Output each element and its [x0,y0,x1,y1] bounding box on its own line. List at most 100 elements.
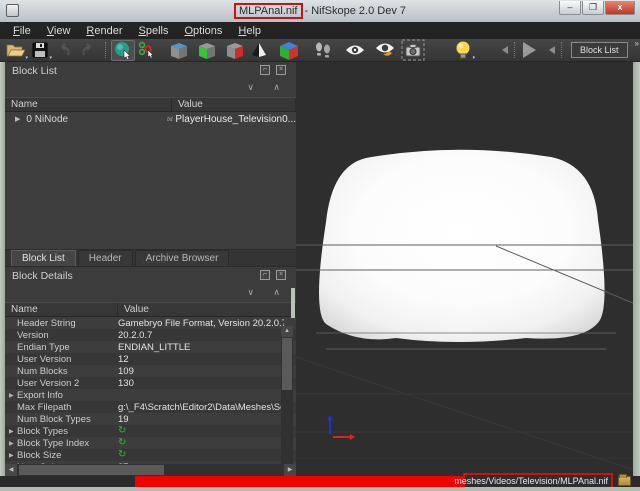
node-name: 0 NiNode [26,114,68,125]
column-header-value[interactable]: Value [118,303,296,316]
detail-name: Version [17,330,118,341]
scroll-up-icon[interactable]: ▲ [281,326,293,337]
dock-splitter-handle[interactable] [291,288,295,318]
detail-row-endian-type[interactable]: Endian TypeENDIAN_LITTLE [5,341,296,353]
detail-row-user-version-2[interactable]: User Version 2130 [5,377,296,389]
undo-icon[interactable] [52,40,76,61]
scrollbar-thumb[interactable] [282,338,292,390]
float-panel-icon[interactable]: ⌐ [260,65,270,75]
detail-row-num-block-types[interactable]: Num Block Types19 [5,413,296,425]
window-border-bottom [0,487,640,491]
vertical-scrollbar[interactable]: ▲ ▼ [281,326,293,476]
detail-row-max-filepath[interactable]: Max Filepathg:\_F4\Scratch\Editor2\Data\… [5,401,296,413]
scroll-right-icon[interactable]: ▶ [284,464,296,476]
chevron-up-icon[interactable]: ∧ [273,287,280,298]
detail-row-block-type-index[interactable]: ▶Block Type Index↻ [5,437,296,449]
folder-icon[interactable] [618,476,631,486]
block-list-combo[interactable]: Block List [571,42,628,58]
column-header-name[interactable]: Name [5,303,118,316]
main-area: Block List ⌐ × ∨ ∧ Name Value ▶ 0 NiNode [0,62,640,476]
expand-arrow-icon[interactable]: ▶ [9,452,17,459]
tv-mesh [319,150,605,342]
save-icon[interactable]: ▾ [28,40,52,61]
detail-name: Num Block Types [17,414,118,425]
splitter-handle[interactable]: ······ [143,260,167,266]
menu-options[interactable]: Options [176,25,230,37]
detail-name: Block Type Index [17,438,118,449]
lighting-bulb-icon[interactable]: ▾ [451,40,475,61]
highlight-eye-icon[interactable] [373,40,397,61]
toolbar-overflow-chevron[interactable]: » [635,39,638,48]
close-panel-icon[interactable]: × [276,65,286,75]
perspective-cube-icon[interactable] [277,40,301,61]
refresh-icon: ↻ [118,426,126,436]
detail-row-header-string[interactable]: Header StringGamebryo File Format, Versi… [5,317,296,329]
screenshot-camera-icon[interactable] [401,40,425,61]
detail-name: Block Size [17,450,118,461]
status-bar: meshes/Videos/Television/MLPAnal.nif [0,476,640,487]
detail-row-export-info[interactable]: ▶Export Info [5,389,296,401]
node-value: PlayerHouse_Television0... [175,114,296,125]
detail-value: ↻ [118,438,284,448]
3d-viewport[interactable] [296,62,633,476]
detail-row-user-version[interactable]: User Version12 [5,353,296,365]
step-back-icon[interactable] [501,46,509,54]
menu-help[interactable]: Help [230,25,269,37]
scrollbar-track[interactable] [17,464,284,476]
detail-row-num-blocks[interactable]: Num Blocks109 [5,365,296,377]
column-header-value[interactable]: Value [172,98,296,111]
detail-name: Export Info [17,390,118,401]
chevron-down-icon[interactable]: ∨ [247,82,254,93]
axes-gizmo-icon [327,415,355,440]
rotate-sphere-mode-icon[interactable] [111,40,135,61]
title-suffix: - NifSkope 2.0 Dev 7 [305,5,407,17]
redo-icon[interactable] [76,40,100,61]
minimize-button[interactable]: – [559,1,581,15]
open-folder-icon[interactable]: ▾ [4,40,28,61]
horizontal-scrollbar[interactable]: ◀ ▶ [5,464,296,476]
view-front-cube-icon[interactable] [195,40,219,61]
tree-row-ninode[interactable]: ▶ 0 NiNode txt PlayerHouse_Television0..… [5,112,296,126]
detail-value: ↻ [118,450,284,460]
menu-view[interactable]: View [39,25,79,37]
float-panel-icon[interactable]: ⌐ [260,270,270,280]
detail-name: Endian Type [17,342,118,353]
toolbar-separator [561,42,562,58]
block-list-toolbar: ∨ ∧ [5,80,296,97]
tab-header[interactable]: Header [78,250,133,266]
block-list-header: Name Value [5,97,296,112]
view-side-cube-icon[interactable] [223,40,247,61]
visibility-eye-icon[interactable] [343,40,367,61]
toolbar-separator [105,42,106,58]
expand-arrow-icon[interactable]: ▶ [15,115,20,123]
play-icon[interactable] [520,41,538,59]
toolbar: ▾ ▾ [0,39,640,62]
expand-arrow-icon[interactable]: ▶ [9,392,17,399]
chevron-down-icon[interactable]: ∨ [247,287,254,298]
detail-value: 130 [118,378,284,389]
title-filename: MLPAnal.nif [239,5,298,17]
detail-row-version[interactable]: Version20.2.0.7 [5,329,296,341]
expand-arrow-icon[interactable]: ▶ [9,428,17,435]
view-top-cube-icon[interactable] [167,40,191,61]
detail-value: 109 [118,366,284,377]
walk-footprints-icon[interactable] [311,40,335,61]
menu-spells[interactable]: Spells [131,25,177,37]
flip-normals-icon[interactable] [247,40,271,61]
detail-row-block-types[interactable]: ▶Block Types↻ [5,425,296,437]
chevron-up-icon[interactable]: ∧ [273,82,280,93]
maximize-button[interactable]: ❐ [582,1,604,15]
vertex-select-mode-icon[interactable] [135,40,159,61]
scroll-left-icon[interactable]: ◀ [5,464,17,476]
close-button[interactable]: x [605,1,635,15]
detail-row-block-size[interactable]: ▶Block Size↻ [5,449,296,461]
scrollbar-thumb[interactable] [19,465,164,475]
column-header-name[interactable]: Name [5,98,172,111]
menu-file[interactable]: File [5,25,39,37]
step-forward-icon[interactable] [548,46,556,54]
tab-block-list[interactable]: Block List [11,250,76,266]
expand-arrow-icon[interactable]: ▶ [9,440,17,447]
block-list-tree[interactable]: ▶ 0 NiNode txt PlayerHouse_Television0..… [5,112,296,250]
menu-render[interactable]: Render [78,25,130,37]
close-panel-icon[interactable]: × [276,270,286,280]
